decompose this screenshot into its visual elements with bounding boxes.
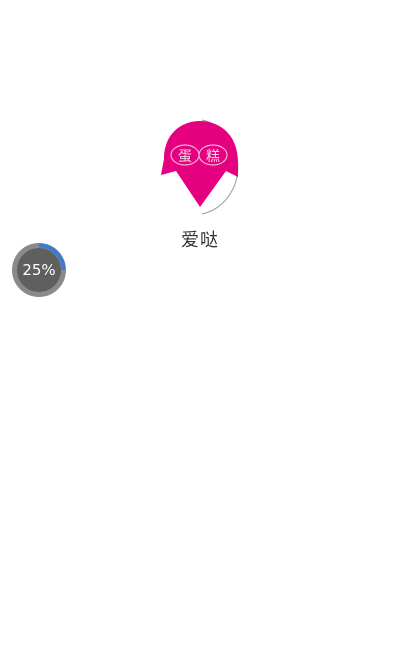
splash-screen: 蛋 糕 爱哒 25%	[0, 0, 400, 660]
download-progress-bubble[interactable]: 25%	[11, 242, 67, 298]
app-logo: 蛋 糕	[152, 113, 252, 217]
cake-logo-icon: 蛋 糕	[161, 119, 239, 215]
logo-char-1: 蛋	[178, 149, 192, 165]
logo-char-2: 糕	[206, 149, 220, 165]
progress-percent: 25%	[22, 261, 56, 279]
